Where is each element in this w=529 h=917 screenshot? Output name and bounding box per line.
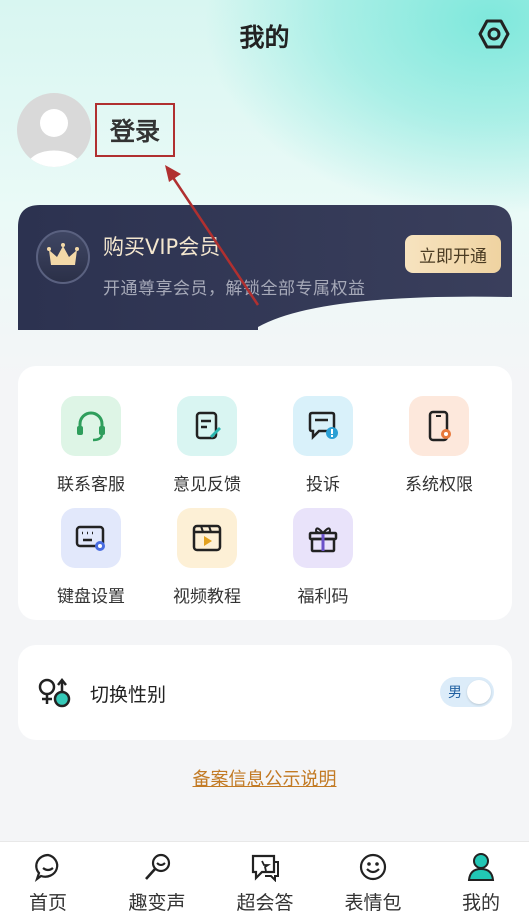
default-avatar-icon	[27, 109, 81, 167]
func-item-welfare-code[interactable]: 福利码	[265, 478, 381, 607]
func-label: 系统权限	[405, 475, 473, 495]
gender-icon	[38, 677, 71, 708]
func-item-system-permission[interactable]: 系统权限	[381, 366, 497, 495]
func-item-feedback[interactable]: 意见反馈	[149, 366, 265, 495]
home-chat-icon	[34, 853, 59, 882]
func-label: 福利码	[297, 587, 349, 607]
toggle-knob	[467, 680, 491, 704]
page-title: 我的	[239, 23, 290, 52]
vip-subtitle: 开通尊享会员，解锁全部专属权益	[103, 279, 366, 299]
toggle-value: 男	[448, 685, 462, 701]
headset-icon	[61, 396, 121, 456]
gender-switch-row: 切换性别 男	[18, 645, 512, 740]
vip-title: 购买VIP会员	[103, 235, 221, 259]
tab-label: 超会答	[236, 892, 294, 914]
func-item-video-tutorial[interactable]: 视频教程	[149, 478, 265, 607]
login-button[interactable]: 登录	[95, 103, 175, 157]
emoji-icon	[359, 853, 387, 881]
tab-label: 首页	[28, 892, 67, 914]
gift-icon	[293, 508, 353, 568]
record-info-link[interactable]: 备案信息公示说明	[0, 765, 529, 791]
bottom-tab-bar: 首页 趣变声 超会答 表情包 我的	[0, 841, 529, 917]
function-grid: 联系客服 意见反馈 投诉 系统权限 键盘设置 视频教程 福利码	[18, 366, 512, 620]
tab-label: 我的	[461, 892, 500, 914]
tab-voice-change[interactable]: 趣变声	[104, 842, 210, 917]
complaint-icon	[293, 396, 353, 456]
avatar[interactable]	[17, 93, 91, 167]
func-item-contact-service[interactable]: 联系客服	[33, 366, 149, 495]
phone-permission-icon	[409, 396, 469, 456]
feedback-icon	[177, 396, 237, 456]
open-vip-button[interactable]: 立即开通	[405, 235, 501, 273]
profile-icon	[467, 853, 495, 881]
gender-label: 切换性别	[90, 684, 167, 706]
func-item-complaint[interactable]: 投诉	[265, 366, 381, 495]
func-label: 视频教程	[173, 587, 241, 607]
gear-icon[interactable]	[478, 18, 510, 50]
func-label: 键盘设置	[57, 587, 125, 607]
keyboard-settings-icon	[61, 508, 121, 568]
tab-answer[interactable]: 超会答	[212, 842, 318, 917]
vip-banner[interactable]: 购买VIP会员 开通尊享会员，解锁全部专属权益 立即开通	[18, 205, 512, 330]
func-item-keyboard-settings[interactable]: 键盘设置	[33, 478, 149, 607]
answer-chat-icon	[251, 854, 279, 882]
voice-change-icon	[145, 853, 171, 880]
tab-mine[interactable]: 我的	[428, 842, 529, 917]
tab-home[interactable]: 首页	[0, 842, 101, 917]
crown-icon	[36, 230, 90, 284]
gender-toggle[interactable]: 男	[440, 677, 494, 707]
tab-label: 表情包	[344, 892, 402, 914]
video-tutorial-icon	[177, 508, 237, 568]
tab-emoji[interactable]: 表情包	[320, 842, 426, 917]
tab-label: 趣变声	[128, 892, 186, 914]
